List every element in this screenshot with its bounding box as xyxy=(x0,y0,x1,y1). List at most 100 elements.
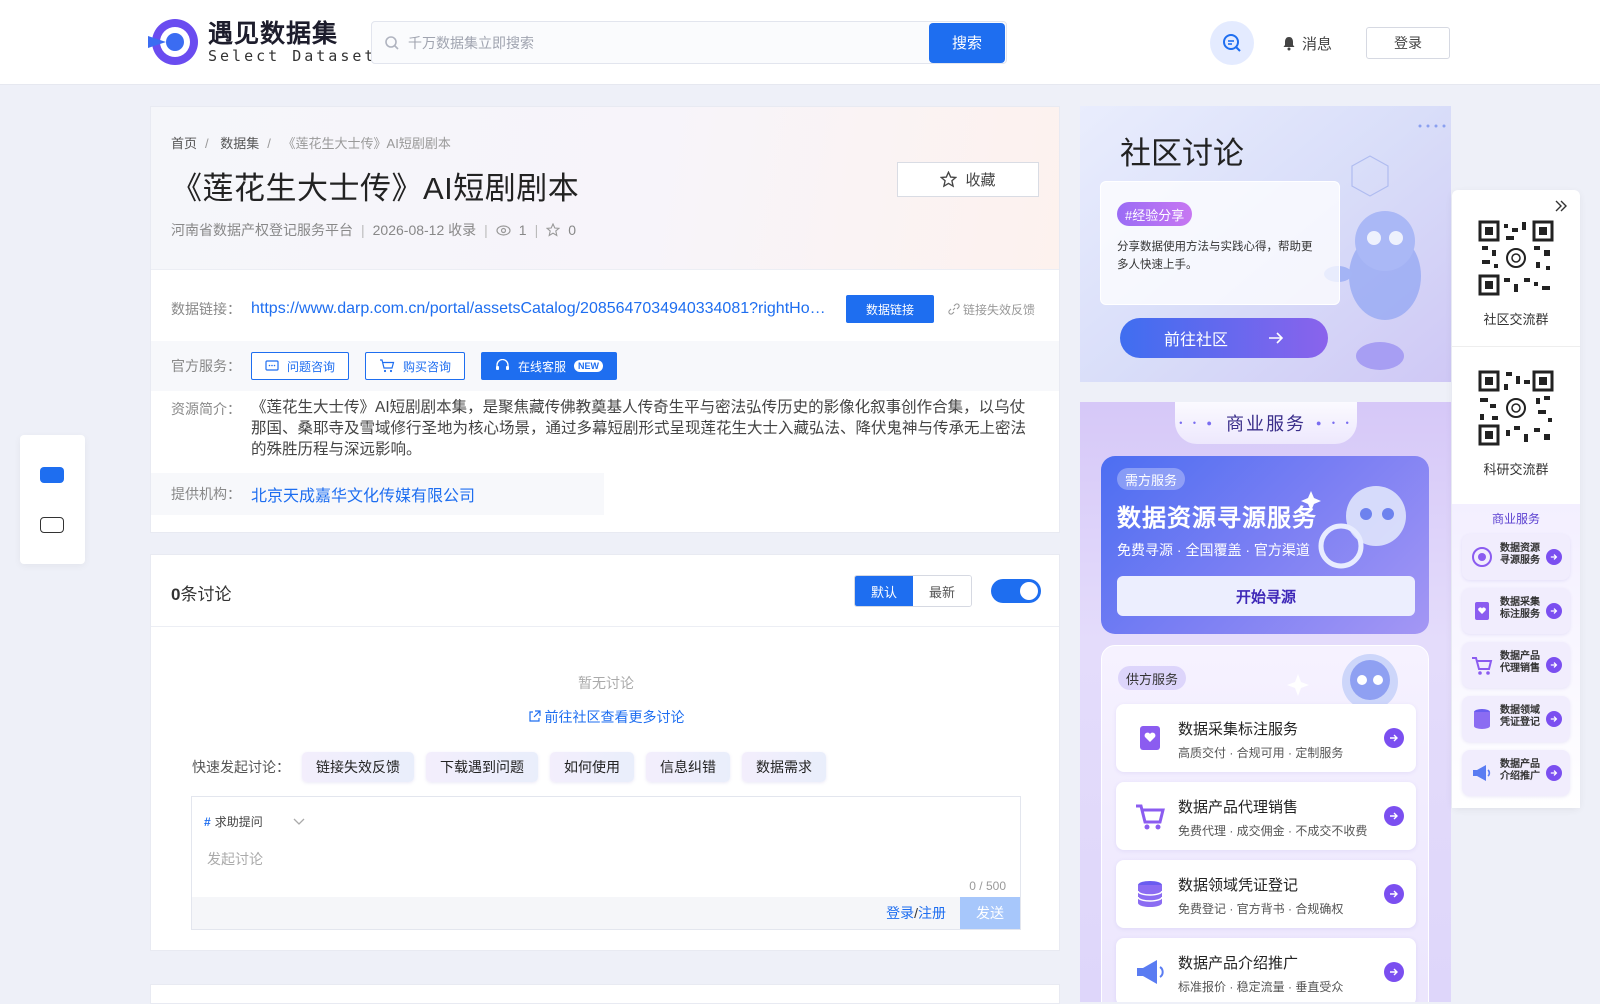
breadcrumb-current: 《莲花生大士传》AI短剧剧本 xyxy=(282,136,451,151)
discussion-toggle[interactable] xyxy=(991,579,1041,603)
supply-item-annotation[interactable]: 数据采集标注服务 高质交付 · 合规可用 · 定制服务 xyxy=(1116,704,1416,772)
question-consult-label: 问题咨询 xyxy=(287,359,336,374)
view-toggle-icon[interactable] xyxy=(40,467,64,483)
chevron-down-icon xyxy=(293,818,305,825)
quick-topic-chip[interactable]: 信息纠错 xyxy=(646,752,730,782)
hash-icon: # xyxy=(204,814,211,829)
supply-item-certificate[interactable]: 数据领域凭证登记 免费登记 · 官方背书 · 合规确权 xyxy=(1116,860,1416,928)
intro-row: 资源简介： 《莲花生大士传》AI短剧剧本集，是聚焦藏传佛教奠基人传奇生平与密法弘… xyxy=(151,397,1059,460)
purchase-consult-button[interactable]: 购买咨询 xyxy=(365,352,466,380)
quick-topic-chip[interactable]: 下载遇到问题 xyxy=(426,752,538,782)
topic-tag-value: 求助提问 xyxy=(214,815,263,829)
empty-state: 暂无讨论 xyxy=(578,675,634,691)
view-count: 1 xyxy=(518,222,527,238)
arrow-right-icon xyxy=(1546,765,1562,781)
megaphone-icon xyxy=(1473,765,1491,781)
login-register: 登录/注册 xyxy=(886,905,946,921)
broken-link-icon xyxy=(948,303,960,315)
dataset-meta: 河南省数据产权登记服务平台 | 2026-08-12 收录 | 1 | 0 xyxy=(171,222,577,238)
demand-title: 数据资源寻源服务 xyxy=(1117,505,1317,532)
view-toggle-outline-icon[interactable] xyxy=(40,517,64,533)
data-link-label: 数据链接： xyxy=(171,301,241,317)
online-support-button[interactable]: 在线客服 NEW xyxy=(481,352,618,380)
search-input[interactable] xyxy=(400,22,929,63)
rail-item-sourcing[interactable]: 数据资源寻源服务 xyxy=(1462,534,1570,580)
org-row: 提供机构： 北京天成嘉华文化传媒有限公司 xyxy=(151,473,604,515)
supply-item-promotion[interactable]: 数据产品介绍推广 标准报价 · 稳定流量 · 垂直受众 xyxy=(1116,938,1416,1002)
bell-icon xyxy=(1283,37,1295,51)
search-button[interactable]: 搜索 xyxy=(929,22,1005,63)
community-more-link[interactable]: 前往社区查看更多讨论 xyxy=(151,707,1061,727)
supply-service-card: 供方服务 数据采集标注服务 高质交付 · 合规可用 · 定制服务 数据产品代理销… xyxy=(1101,645,1429,1002)
rail-item-certificate[interactable]: 数据领域凭证登记 xyxy=(1462,696,1570,742)
sort-latest-tab[interactable]: 最新 xyxy=(913,576,971,606)
arrow-right-icon xyxy=(1546,657,1562,673)
rail-item-agency-sales[interactable]: 数据产品代理销售 xyxy=(1462,642,1570,688)
community-title: 社区讨论 xyxy=(1120,136,1244,171)
quick-topics: 快速发起讨论： 链接失效反馈 下载遇到问题 如何使用 信息纠错 数据需求 xyxy=(192,752,838,782)
go-community-button[interactable]: 前往社区 xyxy=(1120,318,1328,358)
favorite-button[interactable]: 收藏 xyxy=(897,162,1039,197)
arrow-right-icon xyxy=(1384,806,1404,826)
logo-name-cn: 遇见数据集 xyxy=(208,20,339,48)
bookmark-heart-icon xyxy=(1475,602,1489,620)
search-icon xyxy=(385,35,399,50)
source-platform: 河南省数据产权登记服务平台 xyxy=(171,222,353,238)
database-icon xyxy=(1474,709,1490,729)
sort-switch: 默认 最新 xyxy=(854,575,972,607)
demand-tag: 需方服务 xyxy=(1117,468,1186,490)
data-link-button[interactable]: 数据链接 xyxy=(846,295,934,323)
org-label: 提供机构： xyxy=(171,486,241,502)
login-button[interactable]: 登录 xyxy=(1366,27,1450,59)
data-link-row: 数据链接： https://www.darp.com.cn/portal/ass… xyxy=(151,295,1059,323)
sort-default-tab[interactable]: 默认 xyxy=(855,576,913,606)
discussion-panel: 0条讨论 默认 最新 暂无讨论 前往社区查看更多讨论 快速发起讨论： 链接失效反… xyxy=(150,554,1060,951)
logo-name-en: Select Dataset xyxy=(208,47,377,65)
dataset-card: 首页 / 数据集 / 《莲花生大士传》AI短剧剧本 《莲花生大士传》AI短剧剧本 河… xyxy=(150,106,1060,533)
data-link-url[interactable]: https://www.darp.com.cn/portal/assetsCat… xyxy=(251,300,826,318)
link-fail-label: 链接失效反馈 xyxy=(963,302,1036,317)
favorite-label: 收藏 xyxy=(965,172,996,189)
discussion-header: 0条讨论 默认 最新 xyxy=(151,555,1059,627)
arrow-right-icon xyxy=(1384,728,1404,748)
rail-item-annotation[interactable]: 数据采集标注服务 xyxy=(1462,588,1570,634)
demand-service-card: 需方服务 数据资源寻源服务 免费寻源 · 全国覆盖 · 官方渠道 开始寻源 xyxy=(1101,456,1429,634)
logo[interactable]: 遇见数据集 Select Dataset xyxy=(148,16,376,68)
link-fail-feedback[interactable]: 链接失效反馈 xyxy=(948,301,1035,318)
qr-code-icon xyxy=(1478,370,1554,446)
arrow-right-icon xyxy=(1546,711,1562,727)
org-link[interactable]: 北京天成嘉华文化传媒有限公司 xyxy=(251,482,475,506)
register-link[interactable]: 注册 xyxy=(918,905,946,921)
messages-button[interactable]: 消息 xyxy=(1282,33,1332,54)
breadcrumb-home[interactable]: 首页 xyxy=(171,136,197,151)
arrow-right-icon xyxy=(1384,884,1404,904)
search-box: 搜索 xyxy=(371,21,1007,64)
service-row: 官方服务： 问题咨询 购买咨询 在线客服 NEW xyxy=(151,341,1059,391)
collapse-icon[interactable] xyxy=(1554,200,1568,212)
arrow-right-icon xyxy=(1269,332,1284,344)
topic-tag-select[interactable]: # 求助提问 xyxy=(204,813,305,830)
breadcrumb-datasets[interactable]: 数据集 xyxy=(220,136,259,151)
discussion-textarea[interactable]: 发起讨论 xyxy=(207,849,263,869)
intro-label: 资源简介： xyxy=(171,401,241,417)
eye-icon xyxy=(496,224,511,236)
cart-icon xyxy=(380,359,395,373)
research-qr: 科研交流群 xyxy=(1452,370,1580,478)
rail-item-promotion[interactable]: 数据产品介绍推广 xyxy=(1462,750,1570,796)
quick-topics-label: 快速发起讨论： xyxy=(192,759,290,775)
login-link[interactable]: 登录 xyxy=(886,905,914,921)
supply-item-agency-sales[interactable]: 数据产品代理销售 免费代理 · 成交佣金 · 不成交不收费 xyxy=(1116,782,1416,850)
ai-search-button[interactable] xyxy=(1210,21,1254,65)
start-sourcing-button[interactable]: 开始寻源 xyxy=(1117,576,1415,616)
community-tip-card: #经验分享 分享数据使用方法与实践心得，帮助更多人快速上手。 xyxy=(1100,181,1340,305)
quick-topic-chip[interactable]: 数据需求 xyxy=(742,752,826,782)
quick-topic-chip[interactable]: 如何使用 xyxy=(550,752,634,782)
send-button[interactable]: 发送 xyxy=(960,897,1020,929)
discussion-count: 0条讨论 xyxy=(171,585,232,604)
collected-date: 2026-08-12 收录 xyxy=(372,222,477,238)
megaphone-icon xyxy=(1137,960,1164,984)
quick-topic-chip[interactable]: 链接失效反馈 xyxy=(302,752,414,782)
top-bar: 遇见数据集 Select Dataset 搜索 消息 登录 xyxy=(0,0,1600,85)
question-consult-button[interactable]: 问题咨询 xyxy=(251,352,350,380)
community-qr: 社区交流群 xyxy=(1452,220,1580,328)
